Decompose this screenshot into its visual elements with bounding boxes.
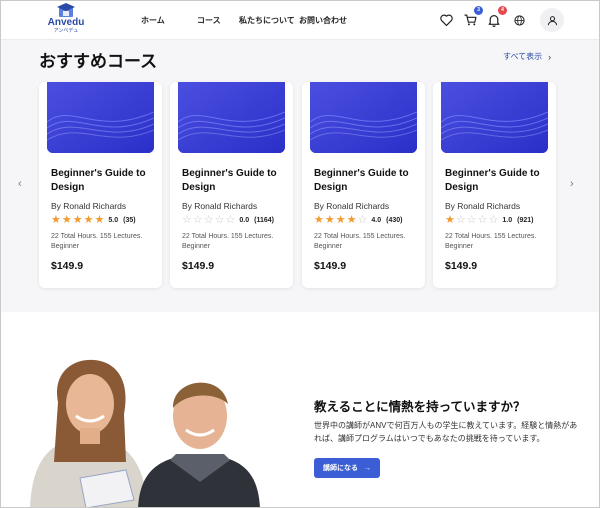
page-frame <box>0 0 600 508</box>
